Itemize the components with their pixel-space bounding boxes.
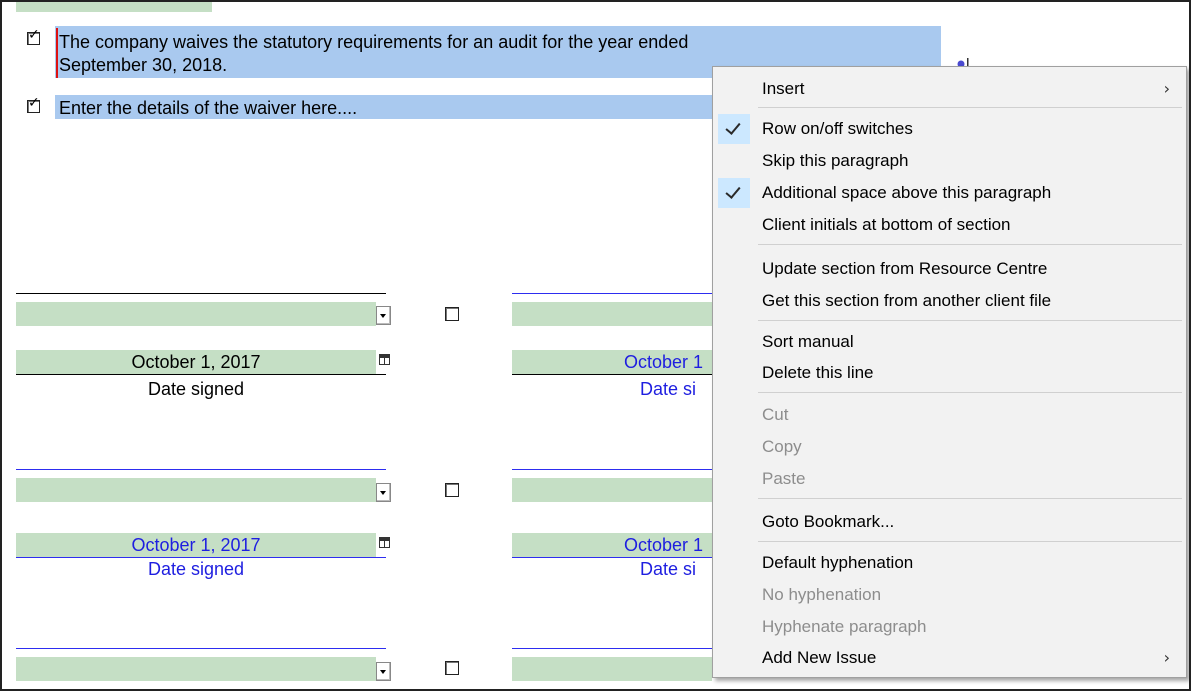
menu-item-skip-paragraph[interactable]: Skip this paragraph (713, 146, 1186, 176)
menu-item-label: Client initials at bottom of section (762, 215, 1011, 234)
menu-item-additional-space[interactable]: Additional space above this paragraph (713, 178, 1186, 208)
signature-line-left-2 (16, 469, 386, 470)
menu-item-no-hyphenation[interactable]: No hyphenation (713, 580, 1186, 610)
paragraph-checkbox-waiver[interactable]: ✓ (27, 28, 40, 45)
text-cursor (56, 28, 58, 78)
menu-item-paste[interactable]: Paste (713, 464, 1186, 494)
menu-item-label: Delete this line (762, 363, 874, 382)
menu-item-label: Update section from Resource Centre (762, 259, 1048, 278)
menu-item-delete-line[interactable]: Delete this line (713, 358, 1186, 388)
menu-item-get-section[interactable]: Get this section from another client fil… (713, 286, 1186, 316)
menu-separator (758, 392, 1182, 393)
menu-separator (758, 498, 1182, 499)
signature-line-left-1 (16, 293, 386, 294)
date-signed-label-left-1: Date signed (147, 379, 245, 399)
menu-item-insert[interactable]: Insert › (713, 74, 1186, 104)
menu-item-row-switches[interactable]: Row on/off switches (713, 114, 1186, 144)
menu-item-default-hyphenation[interactable]: Default hyphenation (713, 548, 1186, 578)
menu-item-label: Add New Issue (762, 648, 877, 667)
menu-item-label: Get this section from another client fil… (762, 291, 1052, 310)
document-editor: ✓ The company waives the statutory requi… (0, 0, 1191, 691)
menu-item-label: Skip this paragraph (762, 151, 909, 170)
signature-line-left-3 (16, 648, 386, 649)
signer-name-field-right-1[interactable] (512, 302, 712, 326)
submenu-arrow-icon: › (1163, 79, 1170, 98)
signer-dropdown-icon[interactable] (376, 306, 391, 325)
menu-separator (758, 244, 1182, 245)
menu-separator (758, 320, 1182, 321)
menu-item-label: Additional space above this paragraph (762, 183, 1052, 202)
menu-item-label: Default hyphenation (762, 553, 914, 572)
date-signed-label-right-2: Date si (640, 559, 697, 579)
menu-item-add-new-issue[interactable]: Add New Issue › (713, 643, 1186, 673)
menu-separator (758, 107, 1182, 108)
date-value-right-2[interactable]: October 1 (624, 535, 703, 555)
date-value-left-2[interactable]: October 1, 2017 (16, 535, 376, 555)
signer-name-field-left-1[interactable] (16, 302, 376, 326)
signature-toggle-checkbox-1[interactable] (445, 307, 459, 321)
menu-item-label: Cut (762, 405, 789, 424)
paragraph-checkbox-details[interactable]: ✓ (27, 96, 40, 113)
menu-item-label: Sort manual (762, 332, 854, 351)
date-signed-label-left-2: Date signed (147, 559, 245, 579)
signature-line-right-1 (512, 293, 712, 294)
date-underline-left-2 (16, 557, 386, 558)
waiver-paragraph-line2[interactable]: September 30, 2018. (59, 55, 227, 75)
check-icon (718, 114, 750, 144)
date-value-right-1[interactable]: October 1 (624, 352, 703, 372)
signer-dropdown-icon[interactable] (376, 483, 391, 502)
checkmark-icon: ✓ (28, 95, 40, 111)
menu-item-label: No hyphenation (762, 585, 882, 604)
submenu-arrow-icon: › (1163, 648, 1170, 667)
calendar-icon[interactable] (379, 354, 390, 365)
date-underline-right-2 (512, 557, 712, 558)
date-value-left-1[interactable]: October 1, 2017 (16, 352, 376, 372)
menu-item-copy[interactable]: Copy (713, 432, 1186, 462)
details-paragraph[interactable]: Enter the details of the waiver here.... (59, 98, 357, 118)
calendar-icon[interactable] (379, 537, 390, 548)
signature-toggle-checkbox-2[interactable] (445, 483, 459, 497)
date-underline-left-1 (16, 374, 386, 375)
signature-toggle-checkbox-3[interactable] (445, 661, 459, 675)
signer-name-field-right-2[interactable] (512, 478, 712, 502)
menu-separator (758, 541, 1182, 542)
menu-item-label: Hyphenate paragraph (762, 617, 927, 636)
menu-item-label: Paste (762, 469, 806, 488)
check-icon (718, 178, 750, 208)
menu-item-label: Insert (762, 79, 805, 98)
signature-line-right-2 (512, 469, 712, 470)
date-underline-right-1 (512, 374, 712, 375)
menu-item-goto-bookmark[interactable]: Goto Bookmark... (713, 507, 1186, 537)
signer-dropdown-icon[interactable] (376, 662, 391, 681)
menu-item-label: Copy (762, 437, 802, 456)
menu-item-sort-manual[interactable]: Sort manual (713, 327, 1186, 357)
context-menu: Insert › Row on/off switches Skip this p… (712, 66, 1187, 678)
checkmark-icon: ✓ (28, 27, 40, 43)
signer-name-field-left-2[interactable] (16, 478, 376, 502)
menu-item-client-initials[interactable]: Client initials at bottom of section (713, 210, 1186, 240)
date-signed-label-right-1: Date si (640, 379, 697, 399)
menu-item-update-section[interactable]: Update section from Resource Centre (713, 254, 1186, 284)
menu-item-hyphenate-paragraph[interactable]: Hyphenate paragraph (713, 612, 1186, 642)
menu-item-label: Goto Bookmark... (762, 512, 895, 531)
waiver-paragraph-line1[interactable]: The company waives the statutory require… (59, 32, 939, 52)
green-field-strip[interactable] (16, 2, 212, 12)
menu-item-cut[interactable]: Cut (713, 400, 1186, 430)
menu-item-label: Row on/off switches (762, 119, 913, 138)
signer-name-field-right-3[interactable] (512, 657, 712, 681)
signature-line-right-3 (512, 648, 712, 649)
signer-name-field-left-3[interactable] (16, 657, 376, 681)
